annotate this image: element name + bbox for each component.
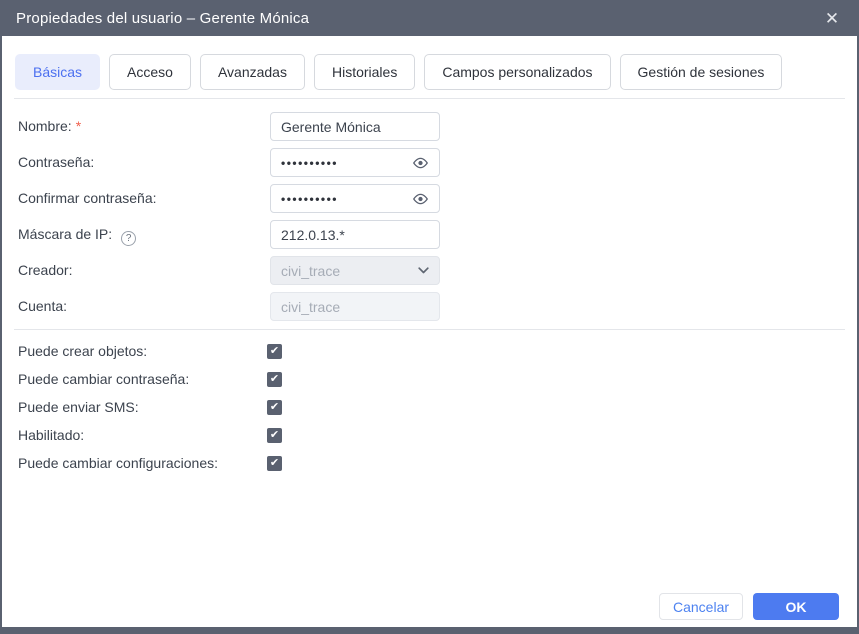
row-puede-crear-objetos: Puede crear objetos: ✔ [16,337,843,365]
row-puede-cambiar-configuraciones: Puede cambiar configuraciones: ✔ [16,449,843,477]
row-nombre: Nombre: * Gerente Mónica [16,112,843,141]
tab-historiales[interactable]: Historiales [313,54,416,90]
ok-button[interactable]: OK [753,593,839,620]
mascara-ip-label: Máscara de IP:? [18,220,137,249]
show-password-icon[interactable] [412,157,429,169]
row-puede-cambiar-contrasena: Puede cambiar contraseña: ✔ [16,365,843,393]
tab-acceso[interactable]: Acceso [109,54,191,90]
check-icon: ✔ [269,429,280,441]
masked-password: •••••••••• [281,155,339,170]
dialog-title: Propiedades del usuario – Gerente Mónica [16,9,310,27]
contrasena-input[interactable]: •••••••••• [270,148,440,177]
user-properties-dialog: Propiedades del usuario – Gerente Mónica… [0,0,859,634]
tab-campos-personalizados[interactable]: Campos personalizados [424,54,611,90]
check-icon: ✔ [269,345,280,357]
row-cuenta: Cuenta: civi_trace [16,292,843,321]
chevron-down-icon [418,267,429,274]
nombre-label: Nombre: * [18,118,82,134]
row-puede-enviar-sms: Puede enviar SMS: ✔ [16,393,843,421]
section-separator [14,329,845,330]
checkbox-label: Puede cambiar contraseña: [18,371,190,387]
check-icon: ✔ [269,401,280,413]
help-icon[interactable]: ? [121,231,137,246]
masked-password: •••••••••• [281,191,339,206]
cuenta-label: Cuenta: [18,298,68,314]
nombre-input[interactable]: Gerente Mónica [270,112,440,141]
tab-avanzadas[interactable]: Avanzadas [199,54,305,90]
creador-select: civi_trace [270,256,440,285]
tab-gestion-de-sesiones[interactable]: Gestión de sesiones [619,54,783,90]
required-asterisk: * [75,118,82,134]
dialog-content: Básicas Acceso Avanzadas Historiales Cam… [2,36,857,627]
tab-basicas[interactable]: Básicas [15,54,101,90]
checkbox-label: Habilitado: [18,427,85,443]
puede-cambiar-configuraciones-checkbox[interactable]: ✔ [267,456,282,471]
checkbox-label: Puede cambiar configuraciones: [18,455,219,471]
habilitado-checkbox[interactable]: ✔ [267,428,282,443]
confirmar-contrasena-input[interactable]: •••••••••• [270,184,440,213]
row-confirmar-contrasena: Confirmar contraseña: •••••••••• [16,184,843,213]
row-contrasena: Contraseña: •••••••••• [16,148,843,177]
puede-enviar-sms-checkbox[interactable]: ✔ [267,400,282,415]
confirmar-contrasena-label: Confirmar contraseña: [18,190,157,206]
checkbox-label: Puede crear objetos: [18,343,148,359]
cuenta-input: civi_trace [270,292,440,321]
mascara-ip-input[interactable]: 212.0.13.* [270,220,440,249]
puede-cambiar-contrasena-checkbox[interactable]: ✔ [267,372,282,387]
tab-bar: Básicas Acceso Avanzadas Historiales Cam… [15,54,783,90]
row-habilitado: Habilitado: ✔ [16,421,843,449]
puede-crear-objetos-checkbox[interactable]: ✔ [267,344,282,359]
row-mascara-ip: Máscara de IP:? 212.0.13.* [16,220,843,249]
dialog-titlebar: Propiedades del usuario – Gerente Mónica… [0,0,859,36]
tabbar-separator [14,98,845,99]
row-creador: Creador: civi_trace [16,256,843,285]
close-button[interactable]: ✕ [821,7,843,29]
check-icon: ✔ [269,373,280,385]
creador-label: Creador: [18,262,73,278]
checkbox-label: Puede enviar SMS: [18,399,139,415]
check-icon: ✔ [269,457,280,469]
close-icon: ✕ [824,8,840,28]
show-password-icon[interactable] [412,193,429,205]
contrasena-label: Contraseña: [18,154,95,170]
cancel-button[interactable]: Cancelar [659,593,743,620]
